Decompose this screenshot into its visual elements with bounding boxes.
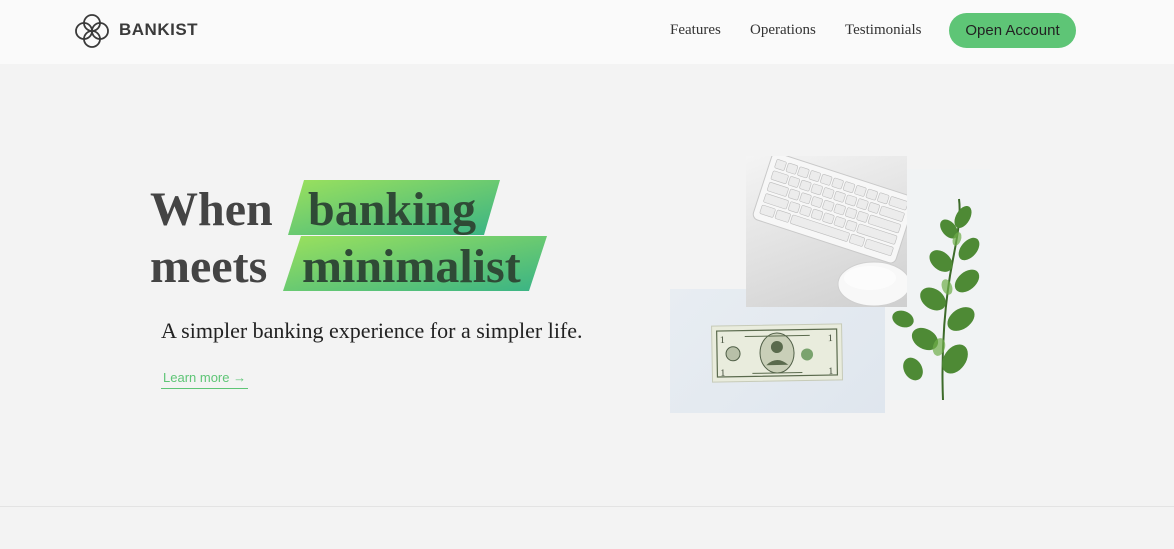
hero-title-highlight-minimalist: minimalist	[283, 236, 547, 291]
learn-more-link[interactable]: Learn more →	[161, 370, 249, 389]
brand-name[interactable]: BANKIST	[119, 20, 198, 40]
svg-text:1: 1	[720, 335, 725, 346]
section-divider	[0, 506, 1174, 507]
svg-text:1: 1	[828, 366, 833, 377]
svg-text:1: 1	[720, 368, 725, 379]
dollar-bill-image: 1 1 1 1	[670, 289, 885, 413]
svg-text:1: 1	[828, 333, 833, 344]
keyboard-image	[746, 156, 907, 307]
hero-subtitle: A simpler banking experience for a simpl…	[161, 318, 583, 343]
top-navbar: BANKIST Features Operations Testimonials…	[0, 0, 1174, 64]
nav-link-features[interactable]: Features	[670, 22, 721, 39]
bankist-logo-icon[interactable]	[73, 12, 111, 50]
hero-title-word-when: When	[150, 183, 273, 236]
nav-link-testimonials[interactable]: Testimonials	[845, 22, 921, 39]
open-account-button[interactable]: Open Account	[949, 13, 1076, 48]
highlight-text: minimalist	[302, 240, 521, 293]
nav-link-operations[interactable]: Operations	[750, 22, 816, 39]
hero-title-word-meets: meets	[150, 240, 268, 293]
highlight-text: banking	[308, 183, 477, 236]
hero-title-highlight-banking: banking	[288, 180, 500, 235]
